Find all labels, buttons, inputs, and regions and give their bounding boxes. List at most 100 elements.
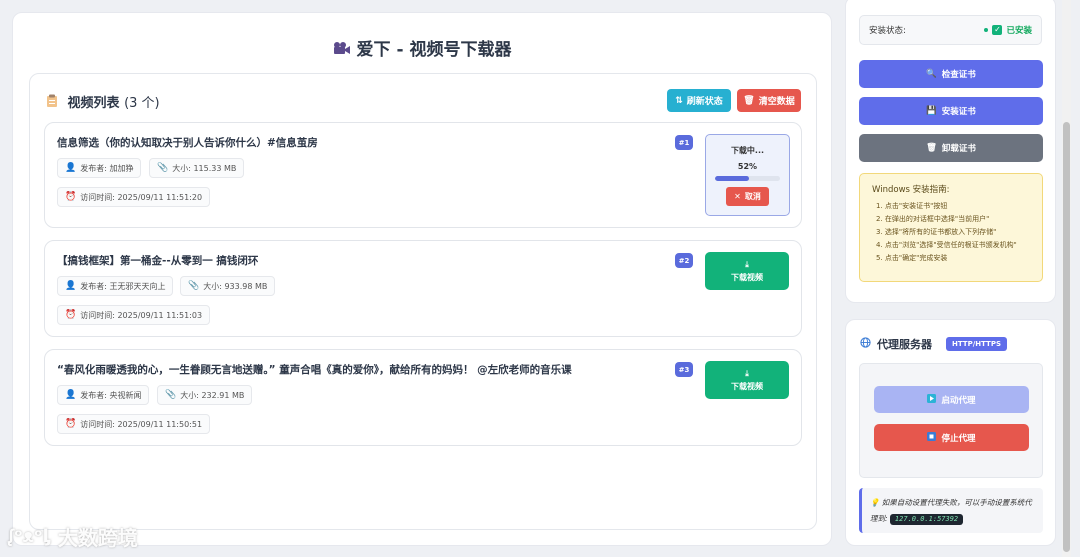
cancel-download-button[interactable]: ✕ 取消: [726, 187, 769, 206]
refresh-status-label: 刷新状态: [686, 97, 723, 107]
video-card: 【搞钱框架】第一桶金--从零到一 搞钱闭环 👤 发布者: 王无邪天天向上 📎 大…: [44, 240, 802, 337]
video-title: “春风化雨暖透我的心，一生眷顾无言地送赠。” 童声合唱《真的爱你》，献给所有的妈…: [57, 364, 572, 376]
install-status-label: 安装状态:: [869, 26, 906, 36]
user-icon: 👤: [65, 281, 77, 291]
refresh-icon: ⇅: [675, 95, 683, 106]
main-panel: 爱下 - 视频号下载器 视频列表 (3 个) ⇅ 刷新状态 🗑 清空数据 信息筛…: [12, 12, 832, 546]
visit-time-tag: ⏰ 访问时间: 2025/09/11 11:51:20: [57, 187, 211, 207]
trash-icon: 🗑: [926, 143, 937, 153]
download-label: 下载视频: [731, 381, 763, 391]
video-title: 【搞钱框架】第一桶金--从零到一 搞钱闭环: [57, 255, 259, 267]
publisher-tag: 👤 发布者: 加加狰: [57, 158, 142, 178]
video-list-header: 视频列表 (3 个): [46, 92, 160, 111]
user-icon: 👤: [65, 390, 77, 400]
uninstall-certificate-button[interactable]: 🗑 卸载证书: [859, 134, 1043, 162]
size-tag: 📎 大小: 933.98 MB: [180, 276, 276, 296]
stop-proxy-label: 停止代理: [941, 433, 976, 444]
publisher-tag: 👤 发布者: 央视新闻: [57, 385, 150, 405]
publisher-text: 发布者: 央视新闻: [80, 390, 142, 400]
publisher-tag: 👤 发布者: 王无邪天天向上: [57, 276, 174, 296]
video-title: 信息筛选（你的认知取决于别人告诉你什么）#信息茧房: [57, 137, 318, 149]
video-camera-icon: [333, 40, 351, 60]
install-status-value: ✓ 已安装: [984, 24, 1032, 36]
guide-title: Windows 安装指南:: [872, 185, 950, 195]
clear-data-label: 清空数据: [758, 97, 795, 107]
disk-icon: 💾: [926, 106, 937, 116]
size-tag: 📎 大小: 115.33 MB: [149, 158, 245, 178]
paperclip-icon: 📎: [157, 163, 169, 173]
status-dot-icon: [984, 28, 989, 32]
install-certificate-button[interactable]: 💾 安装证书: [859, 97, 1043, 125]
stop-icon: [927, 431, 937, 444]
download-icon: ⤓: [745, 368, 749, 378]
download-video-button[interactable]: ⤓ 下载视频: [705, 252, 789, 290]
check-certificate-button[interactable]: 🔍 检查证书: [859, 60, 1043, 88]
progress-bar: [715, 176, 780, 181]
watermark: ᶘᵒᴥᵒᶅ 大数跨境: [8, 522, 138, 551]
progress-bar-fill: [715, 176, 749, 181]
guide-step: 3. 选择"将所有的证书都放入下列存储": [876, 228, 997, 236]
size-text: 大小: 115.33 MB: [172, 163, 237, 173]
visit-time-text: 访问时间: 2025/09/11 11:50:51: [80, 419, 203, 429]
video-index-badge: #1: [675, 135, 693, 150]
visit-time-text: 访问时间: 2025/09/11 11:51:20: [80, 192, 203, 202]
proxy-title: 代理服务器: [877, 338, 932, 351]
refresh-status-button[interactable]: ⇅ 刷新状态: [667, 89, 731, 112]
video-list-count: (3 个): [124, 96, 160, 111]
proxy-address: 127.0.0.1:57392: [889, 514, 964, 525]
size-text: 大小: 933.98 MB: [203, 281, 268, 291]
video-list-title: 视频列表: [67, 96, 120, 111]
proxy-panel: 代理服务器 HTTP/HTTPS 启动代理 停止代理 💡 如果自动设置代理失败，…: [845, 319, 1056, 546]
uninstall-certificate-label: 卸载证书: [941, 144, 976, 154]
play-icon: [927, 393, 937, 406]
publisher-text: 发布者: 王无邪天天向上: [80, 281, 166, 291]
close-icon: ✕: [734, 192, 741, 201]
app-title: 爱下 - 视频号下载器: [13, 35, 831, 60]
clipboard-icon: [46, 94, 63, 111]
check-certificate-label: 检查证书: [941, 70, 976, 80]
install-status-text: 已安装: [1006, 26, 1032, 36]
guide-step: 1. 点击"安装证书"按钮: [876, 202, 948, 210]
page-scrollbar[interactable]: [1062, 0, 1071, 557]
cancel-label: 取消: [744, 192, 761, 201]
guide-steps: 1. 点击"安装证书"按钮 2. 在弹出的对话框中选择"当前用户" 3. 选择"…: [872, 200, 1030, 265]
scrollbar-thumb[interactable]: [1063, 122, 1070, 552]
app-title-text: 爱下 - 视频号下载器: [356, 40, 512, 60]
progress-percent: 52%: [737, 162, 758, 171]
visit-time-text: 访问时间: 2025/09/11 11:51:03: [80, 310, 203, 320]
user-icon: 👤: [65, 163, 77, 173]
proxy-header: 代理服务器 HTTP/HTTPS: [860, 336, 1007, 352]
protocol-badge: HTTP/HTTPS: [946, 337, 1007, 351]
trash-icon: 🗑: [743, 95, 755, 106]
alarm-clock-icon: ⏰: [65, 310, 77, 320]
alarm-clock-icon: ⏰: [65, 192, 77, 202]
certificate-panel: 安装状态: ✓ 已安装 🔍 检查证书 💾 安装证书 🗑 卸载证书 Windows…: [845, 0, 1056, 303]
checkmark-icon: ✓: [992, 25, 1003, 35]
video-card: “春风化雨暖透我的心，一生眷顾无言地送赠。” 童声合唱《真的爱你》，献给所有的妈…: [44, 349, 802, 446]
watermark-text: 大数跨境: [57, 526, 138, 550]
stop-proxy-button[interactable]: 停止代理: [874, 424, 1029, 451]
clear-data-button[interactable]: 🗑 清空数据: [737, 89, 801, 112]
video-index-badge: #2: [675, 253, 693, 268]
video-card: 信息筛选（你的认知取决于别人告诉你什么）#信息茧房 👤 发布者: 加加狰 📎 大…: [44, 122, 802, 228]
start-proxy-button[interactable]: 启动代理: [874, 386, 1029, 413]
download-progress-box: 下载中... 52% ✕ 取消: [705, 134, 790, 216]
video-index-badge: #3: [675, 362, 693, 377]
size-text: 大小: 232.91 MB: [180, 390, 245, 400]
windows-install-guide: Windows 安装指南: 1. 点击"安装证书"按钮 2. 在弹出的对话框中选…: [859, 173, 1043, 282]
proxy-manual-note: 💡 如果自动设置代理失败，可以手动设置系统代理到: 127.0.0.1:5739…: [859, 488, 1043, 533]
magnifier-icon: 🔍: [926, 69, 937, 79]
publisher-text: 发布者: 加加狰: [80, 163, 134, 173]
install-certificate-label: 安装证书: [941, 107, 976, 117]
install-status-row: 安装状态: ✓ 已安装: [859, 15, 1042, 45]
progress-label: 下载中...: [730, 146, 765, 155]
guide-step: 5. 点击"确定"完成安装: [876, 254, 948, 262]
download-video-button[interactable]: ⤓ 下载视频: [705, 361, 789, 399]
alarm-clock-icon: ⏰: [65, 419, 77, 429]
size-tag: 📎 大小: 232.91 MB: [157, 385, 253, 405]
guide-step: 2. 在弹出的对话框中选择"当前用户": [876, 215, 990, 223]
start-proxy-label: 启动代理: [941, 395, 976, 406]
download-icon: ⤓: [745, 259, 749, 269]
paperclip-icon: 📎: [165, 390, 177, 400]
download-label: 下载视频: [731, 272, 763, 282]
